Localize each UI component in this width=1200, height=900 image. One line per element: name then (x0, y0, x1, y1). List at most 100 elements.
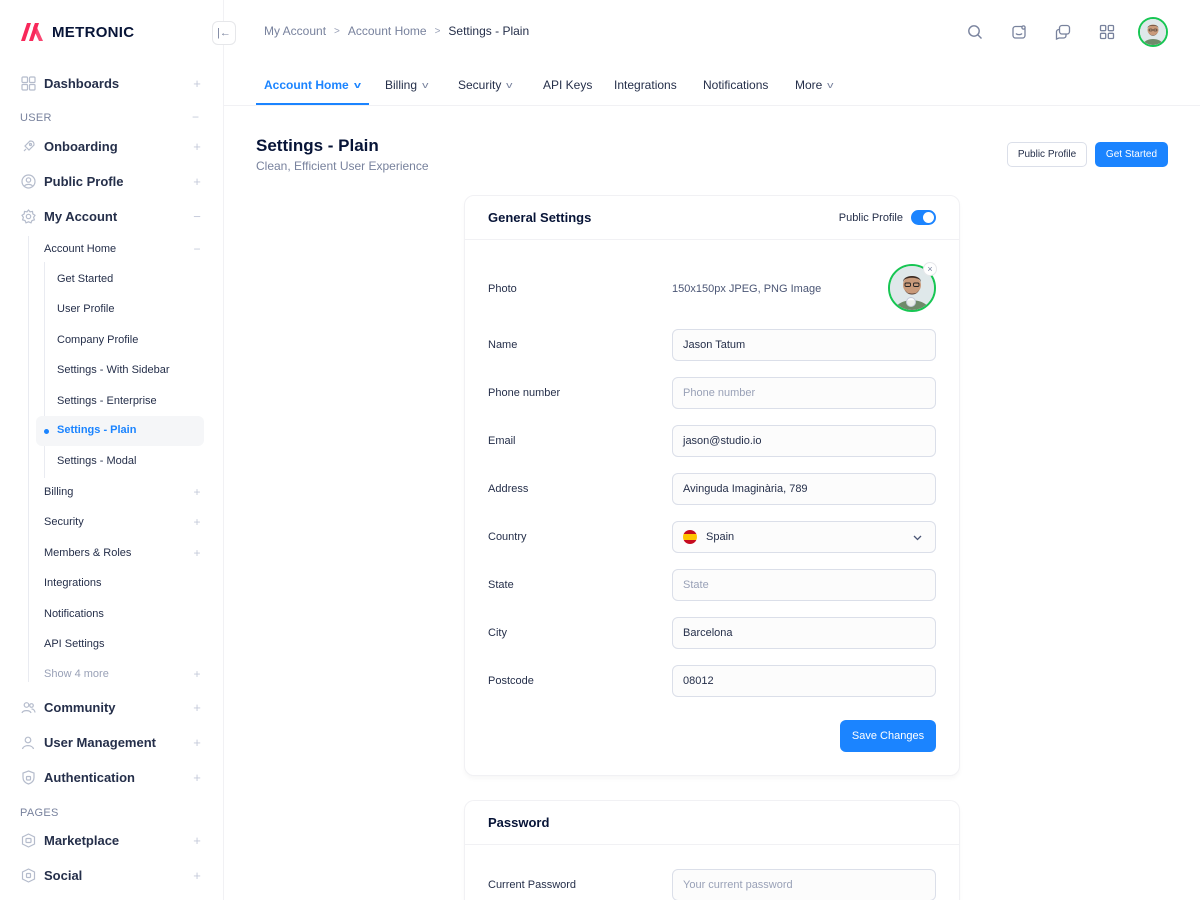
sidebar-item-label: Onboarding (44, 138, 118, 154)
get-started-button[interactable]: Get Started (1095, 142, 1168, 167)
plus-icon: + (193, 515, 201, 529)
sidebar-item-onboarding[interactable]: Onboarding + (20, 136, 203, 156)
sidebar-item-label: Social (44, 867, 83, 883)
chevron-right-icon: > (434, 25, 441, 37)
breadcrumb-current: Settings - Plain (448, 24, 530, 38)
chevron-right-icon: > (334, 25, 340, 37)
sidebar-item-notifications[interactable]: Notifications (44, 605, 203, 623)
breadcrumb-item[interactable]: My Account (264, 24, 326, 38)
chevron-down-icon: v (353, 80, 361, 90)
tab-security[interactable]: Security v (458, 74, 513, 96)
country-select[interactable]: Spain (672, 521, 936, 553)
header-actions (962, 16, 1168, 48)
email-field[interactable]: jason@studio.io (672, 425, 936, 457)
sidebar-collapse-button[interactable]: |← (212, 21, 236, 45)
sidebar-item-show-more[interactable]: Show 4 more + (44, 665, 203, 683)
tab-notifications[interactable]: Notifications (703, 74, 768, 96)
sidebar-item-label: Authentication (44, 769, 135, 785)
plus-icon: + (193, 138, 201, 154)
users-icon (20, 699, 36, 715)
plus-icon: + (193, 769, 201, 785)
sidebar-item-marketplace[interactable]: Marketplace + (20, 830, 203, 850)
sidebar-item-integrations[interactable]: Integrations (44, 574, 203, 592)
current-password-field[interactable]: Your current password (672, 869, 936, 900)
tab-billing[interactable]: Billing v (385, 74, 428, 96)
sidebar-item-company-profile[interactable]: Company Profile (57, 331, 138, 349)
user-circle-icon (20, 173, 36, 189)
save-changes-button[interactable]: Save Changes (840, 720, 936, 752)
state-field[interactable]: State (672, 569, 936, 601)
sidebar-item-my-account[interactable]: My Account − (20, 206, 203, 226)
plus-icon: + (193, 734, 201, 750)
card-header: Password (465, 801, 959, 845)
sidebar-item-social[interactable]: Social + (20, 865, 203, 885)
section-user: USER (20, 112, 52, 124)
minus-icon: − (193, 242, 201, 256)
sidebar-item-public-profile[interactable]: Public Profle + (20, 171, 203, 191)
sidebar-item-settings-enterprise[interactable]: Settings - Enterprise (57, 392, 157, 410)
chevron-down-icon: v (506, 80, 513, 90)
phone-field[interactable]: Phone number (672, 377, 936, 409)
messages-icon[interactable] (1050, 16, 1076, 48)
public-profile-toggle[interactable] (911, 210, 936, 225)
sidebar-item-billing[interactable]: Billing + (44, 483, 203, 501)
tab-integrations[interactable]: Integrations (614, 74, 677, 96)
tab-api-keys[interactable]: API Keys (543, 74, 592, 96)
name-field[interactable]: Jason Tatum (672, 329, 936, 361)
search-icon[interactable] (962, 16, 988, 48)
minus-icon: − (192, 110, 200, 124)
public-profile-button[interactable]: Public Profile (1007, 142, 1087, 167)
sidebar-item-user-management[interactable]: User Management + (20, 732, 203, 752)
plus-icon: + (193, 867, 201, 883)
sidebar-item-label: Community (44, 699, 116, 715)
chevron-down-icon (912, 532, 923, 546)
address-field[interactable]: Avinguda Imaginària, 789 (672, 473, 936, 505)
app: METRONIC Dashboards + USER − Onboarding … (0, 0, 1200, 900)
section-pages: PAGES (20, 807, 59, 819)
sidebar-item-security[interactable]: Security + (44, 513, 203, 531)
plus-icon: + (193, 75, 201, 91)
sidebar-item-settings-with-sidebar[interactable]: Settings - With Sidebar (57, 361, 170, 379)
sidebar-item-label: API Settings (44, 638, 105, 650)
tab-label: Integrations (614, 78, 677, 92)
breadcrumb-item[interactable]: Account Home (348, 24, 427, 38)
sidebar-item-dashboards[interactable]: Dashboards + (20, 73, 203, 93)
camera-icon[interactable] (906, 297, 916, 307)
plus-icon: + (193, 173, 201, 189)
address-label: Address (488, 483, 529, 495)
sidebar-item-community[interactable]: Community + (20, 697, 203, 717)
tab-label: Security (458, 78, 502, 92)
password-card: Password Current Password Your current p… (464, 800, 960, 900)
notification-icon[interactable] (1006, 16, 1032, 48)
sidebar-item-label: Members & Roles (44, 547, 132, 559)
postcode-field[interactable]: 08012 (672, 665, 936, 697)
chevron-down-icon: v (827, 80, 834, 90)
city-field[interactable]: Barcelona (672, 617, 936, 649)
card-header: General Settings Public Profile (465, 196, 959, 240)
logo[interactable]: METRONIC (20, 22, 134, 42)
tab-label: Billing (385, 78, 418, 92)
remove-photo-icon[interactable]: × (923, 262, 937, 276)
tab-more[interactable]: More v (795, 74, 834, 96)
tree-line (28, 236, 29, 682)
sidebar-item-user-profile[interactable]: User Profile (57, 300, 114, 318)
apps-icon[interactable] (1094, 16, 1120, 48)
sidebar-item-settings-plain[interactable]: Settings - Plain (36, 416, 204, 446)
shop-icon (20, 832, 36, 848)
sidebar-item-account-home[interactable]: Account Home − (44, 240, 203, 258)
sidebar-item-settings-modal[interactable]: Settings - Modal (57, 452, 136, 470)
page-title: Settings - Plain (256, 136, 379, 155)
tab-account-home[interactable]: Account Home v (264, 74, 361, 96)
minus-icon: − (193, 208, 201, 224)
sidebar-item-api-settings[interactable]: API Settings (44, 635, 203, 653)
sidebar-item-members-roles[interactable]: Members & Roles + (44, 544, 203, 562)
general-settings-card: General Settings Public Profile Photo 15… (464, 195, 960, 776)
sidebar-item-label: Notifications (44, 608, 104, 620)
sidebar-item-authentication[interactable]: Authentication + (20, 767, 203, 787)
sidebar-item-get-started[interactable]: Get Started (57, 270, 113, 288)
user-avatar[interactable] (1138, 17, 1168, 47)
current-password-label: Current Password (488, 879, 577, 891)
sidebar-item-label: Public Profle (44, 173, 124, 189)
sidebar: METRONIC Dashboards + USER − Onboarding … (0, 0, 224, 900)
social-icon (20, 867, 36, 883)
